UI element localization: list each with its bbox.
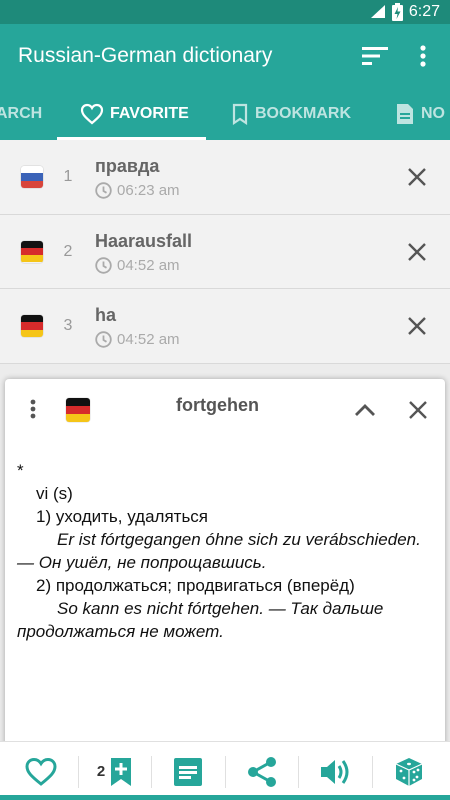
note-icon — [174, 757, 202, 786]
sort-icon — [362, 47, 388, 65]
list-item[interactable]: 1 правда 06:23 am — [0, 140, 450, 215]
item-word: Haarausfall — [95, 230, 193, 251]
more-vert-icon — [420, 45, 426, 67]
volume-icon — [321, 759, 349, 784]
clock-icon — [95, 256, 112, 274]
card-menu-button[interactable] — [21, 397, 45, 421]
item-time-text: 04:52 am — [117, 331, 180, 348]
random-word-button[interactable] — [372, 742, 446, 800]
bookmark-add-icon — [111, 757, 132, 786]
tab-bookmark[interactable]: BOOKMARK — [231, 88, 351, 140]
item-number: 2 — [63, 242, 73, 260]
collapse-button[interactable] — [352, 397, 378, 423]
battery-charging-icon — [391, 3, 403, 21]
more-vert-icon — [30, 399, 36, 419]
pronounce-button[interactable] — [298, 742, 372, 800]
tab-search-label: ARCH — [0, 105, 43, 122]
close-card-button[interactable] — [406, 398, 430, 422]
note-icon — [397, 104, 413, 124]
tab-favorite-label: FAVORITE — [110, 105, 189, 122]
heart-icon — [25, 757, 57, 786]
bookmark-add-button[interactable]: 2 — [78, 742, 152, 800]
app-title: Russian-German dictionary — [18, 44, 273, 67]
app-bar: Russian-German dictionary — [0, 24, 450, 88]
entry-example: So kann es nicht fórtgehen. — Так дальше… — [17, 597, 437, 643]
dice-icon — [395, 757, 423, 786]
tab-notes-label: NO — [421, 105, 445, 122]
entry-example: Er ist fórtgegangen óhne sich zu verábsc… — [17, 528, 437, 574]
item-number: 1 — [63, 168, 73, 185]
entry-sense: 1) уходить, удаляться — [36, 507, 209, 526]
entry-example-text: So kann es nicht fórtgehen. — Так дальше… — [17, 599, 384, 641]
bottom-accent-strip — [0, 795, 450, 800]
entry-sense: 2) продолжаться; продвигаться (вперёд) — [36, 576, 355, 595]
favorite-button[interactable] — [4, 742, 78, 800]
item-number: 3 — [63, 317, 73, 334]
german-flag-icon — [66, 398, 90, 422]
translation-card: fortgehen * vi (s) 1) уходить, удаляться… — [5, 379, 445, 800]
share-button[interactable] — [225, 742, 299, 800]
entry-grammar: vi (s) — [36, 484, 73, 503]
tab-favorite[interactable]: FAVORITE — [80, 88, 189, 140]
card-header: fortgehen — [5, 379, 445, 441]
german-flag-icon — [21, 240, 43, 263]
heart-icon — [80, 103, 104, 125]
note-button[interactable] — [151, 742, 225, 800]
item-time: 04:52 am — [95, 331, 180, 348]
remove-button[interactable] — [406, 166, 428, 188]
sort-button[interactable] — [351, 32, 399, 80]
list-item[interactable]: 3 ha 04:52 am — [0, 289, 450, 364]
german-flag-icon — [21, 315, 43, 337]
list-item[interactable]: 2 Haarausfall 04:52 am — [0, 214, 450, 289]
dictionary-entry: * vi (s) 1) уходить, удаляться Er ist fó… — [17, 459, 437, 643]
item-time: 04:52 am — [95, 257, 180, 274]
tab-notes[interactable]: NO — [395, 88, 445, 140]
share-icon — [248, 756, 276, 787]
wifi-icon — [370, 4, 386, 20]
item-time: 06:23 am — [95, 182, 180, 199]
entry-example-text: Er ist fórtgegangen óhne sich zu verábsc… — [17, 530, 421, 572]
favorites-list: 1 правда 06:23 am 2 Haarausfall 04:52 am… — [0, 140, 450, 364]
remove-button[interactable] — [406, 315, 428, 337]
remove-button[interactable] — [406, 241, 428, 263]
card-word: fortgehen — [176, 395, 259, 415]
status-bar: 6:27 — [0, 0, 450, 24]
russian-flag-icon — [21, 166, 43, 188]
bottom-toolbar: 2 — [0, 741, 450, 800]
item-time-text: 04:52 am — [117, 256, 180, 274]
bookmark-icon — [232, 103, 248, 125]
item-time-text: 06:23 am — [117, 182, 180, 199]
more-options-button[interactable] — [399, 32, 447, 80]
bookmark-count: 2 — [96, 763, 106, 780]
item-word: правда — [95, 156, 160, 176]
item-word: ha — [95, 305, 117, 325]
entry-marker: * — [17, 461, 24, 480]
tab-search[interactable]: ARCH — [0, 88, 42, 140]
tab-bookmark-label: BOOKMARK — [255, 105, 351, 122]
tab-bar: ARCH FAVORITE BOOKMARK NO — [0, 88, 450, 140]
clock-icon — [95, 331, 112, 348]
clock-icon — [95, 182, 112, 199]
status-time: 6:27 — [408, 3, 440, 20]
